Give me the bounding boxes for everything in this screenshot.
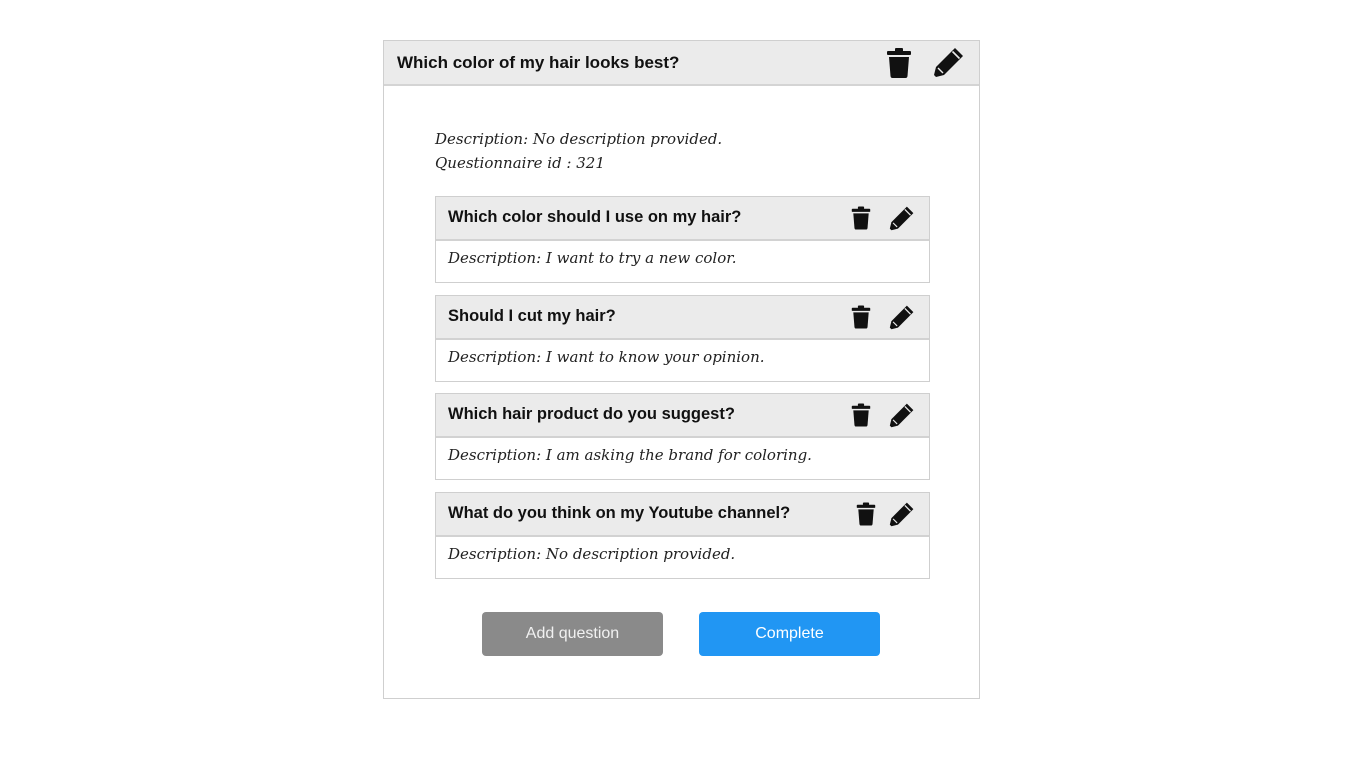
pencil-icon[interactable] xyxy=(933,46,965,78)
question-header: Should I cut my hair? xyxy=(436,296,929,340)
questionnaire-card: Which color of my hair looks best? Descr… xyxy=(383,40,980,699)
questionnaire-meta: Description: No description provided. Qu… xyxy=(435,127,722,175)
complete-button[interactable]: Complete xyxy=(699,612,880,656)
question-item: Which hair product do you suggest? Descr… xyxy=(435,393,930,480)
question-title: Which hair product do you suggest? xyxy=(448,405,735,423)
trash-icon[interactable] xyxy=(851,206,871,230)
question-item: Which color should I use on my hair? Des… xyxy=(435,196,930,283)
question-title: Which color should I use on my hair? xyxy=(448,208,742,226)
pencil-icon[interactable] xyxy=(889,501,915,527)
pencil-icon[interactable] xyxy=(889,304,915,330)
question-header: Which color should I use on my hair? xyxy=(436,197,929,241)
questionnaire-header: Which color of my hair looks best? xyxy=(384,41,979,86)
trash-icon[interactable] xyxy=(886,48,912,78)
trash-icon[interactable] xyxy=(851,403,871,427)
add-question-button[interactable]: Add question xyxy=(482,612,663,656)
pencil-icon[interactable] xyxy=(889,205,915,231)
question-item: Should I cut my hair? Description: I wan… xyxy=(435,295,930,382)
question-description: Description: No description provided. xyxy=(448,545,736,563)
question-item: What do you think on my Youtube channel?… xyxy=(435,492,930,579)
questionnaire-id: Questionnaire id : 321 xyxy=(435,154,605,172)
trash-icon[interactable] xyxy=(856,502,876,526)
questionnaire-description: Description: No description provided. xyxy=(435,130,723,148)
question-header: What do you think on my Youtube channel? xyxy=(436,493,929,537)
pencil-icon[interactable] xyxy=(889,402,915,428)
question-description: Description: I want to try a new color. xyxy=(448,249,737,267)
question-title: What do you think on my Youtube channel? xyxy=(448,504,791,522)
question-description: Description: I am asking the brand for c… xyxy=(448,446,812,464)
questionnaire-title: Which color of my hair looks best? xyxy=(397,53,680,72)
question-description: Description: I want to know your opinion… xyxy=(448,348,765,366)
question-header: Which hair product do you suggest? xyxy=(436,394,929,438)
question-title: Should I cut my hair? xyxy=(448,307,616,325)
trash-icon[interactable] xyxy=(851,305,871,329)
